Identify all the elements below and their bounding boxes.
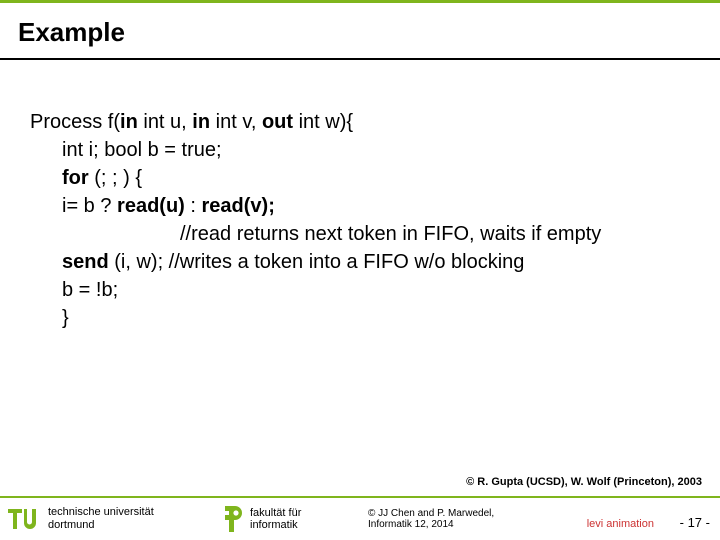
code-line-6: send (i, w); //writes a token into a FIF… — [30, 248, 702, 276]
copyright: © JJ Chen and P. Marwedel, Informatik 12… — [368, 508, 548, 530]
code-line-2: int i; bool b = true; — [30, 136, 702, 164]
fi-logo-icon — [218, 505, 244, 533]
keyword-read: read(v); — [202, 195, 275, 217]
text: (; ; ) { — [94, 167, 142, 189]
slide-title: Example — [0, 3, 720, 58]
faculty-line2: informatik — [250, 519, 301, 531]
text: int w){ — [293, 111, 353, 133]
text: : — [190, 195, 201, 217]
faculty-block: fakultät für informatik — [218, 505, 368, 533]
copyright-line2: Informatik 12, 2014 — [368, 519, 548, 530]
keyword-for: for — [62, 167, 94, 189]
code-line-3: for (; ; ) { — [30, 164, 702, 192]
university-name: technische universität dortmund — [48, 506, 154, 531]
page-num: 17 — [688, 515, 702, 530]
keyword-in: in — [120, 111, 138, 133]
footer: technische universität dortmund fakultät… — [0, 496, 720, 540]
keyword-in: in — [192, 111, 210, 133]
code-block: Process f(in int u, in int v, out int w)… — [0, 60, 720, 332]
university-logo: technische universität dortmund — [0, 506, 218, 531]
text: int u, — [138, 111, 192, 133]
code-line-8: } — [30, 304, 702, 332]
keyword-send: send — [62, 251, 109, 273]
code-line-5: //read returns next token in FIFO, waits… — [30, 220, 702, 248]
text: int v, — [210, 111, 262, 133]
page-number: - 17 - — [680, 515, 710, 530]
page-suffix: - — [702, 515, 710, 530]
keyword-out: out — [262, 111, 293, 133]
faculty-line1: fakultät für — [250, 507, 301, 519]
code-line-7: b = !b; — [30, 276, 702, 304]
university-line2: dortmund — [48, 519, 154, 532]
text: Process f( — [30, 111, 120, 133]
page-prefix: - — [680, 515, 688, 530]
text: i= b ? — [62, 195, 117, 217]
code-line-4: i= b ? read(u) : read(v); — [30, 192, 702, 220]
tu-logo-icon — [8, 507, 42, 531]
slide-credit: © R. Gupta (UCSD), W. Wolf (Princeton), … — [466, 476, 702, 488]
keyword-read: read(u) — [117, 195, 190, 217]
faculty-name: fakultät für informatik — [250, 507, 301, 531]
text: (i, w); //writes a token into a FIFO w/o… — [109, 251, 525, 273]
university-line1: technische universität — [48, 506, 154, 519]
copyright-line1: © JJ Chen and P. Marwedel, — [368, 508, 548, 519]
code-line-1: Process f(in int u, in int v, out int w)… — [30, 108, 702, 136]
levi-animation-link[interactable]: levi animation — [587, 518, 654, 530]
slide: Example Process f(in int u, in int v, ou… — [0, 0, 720, 540]
